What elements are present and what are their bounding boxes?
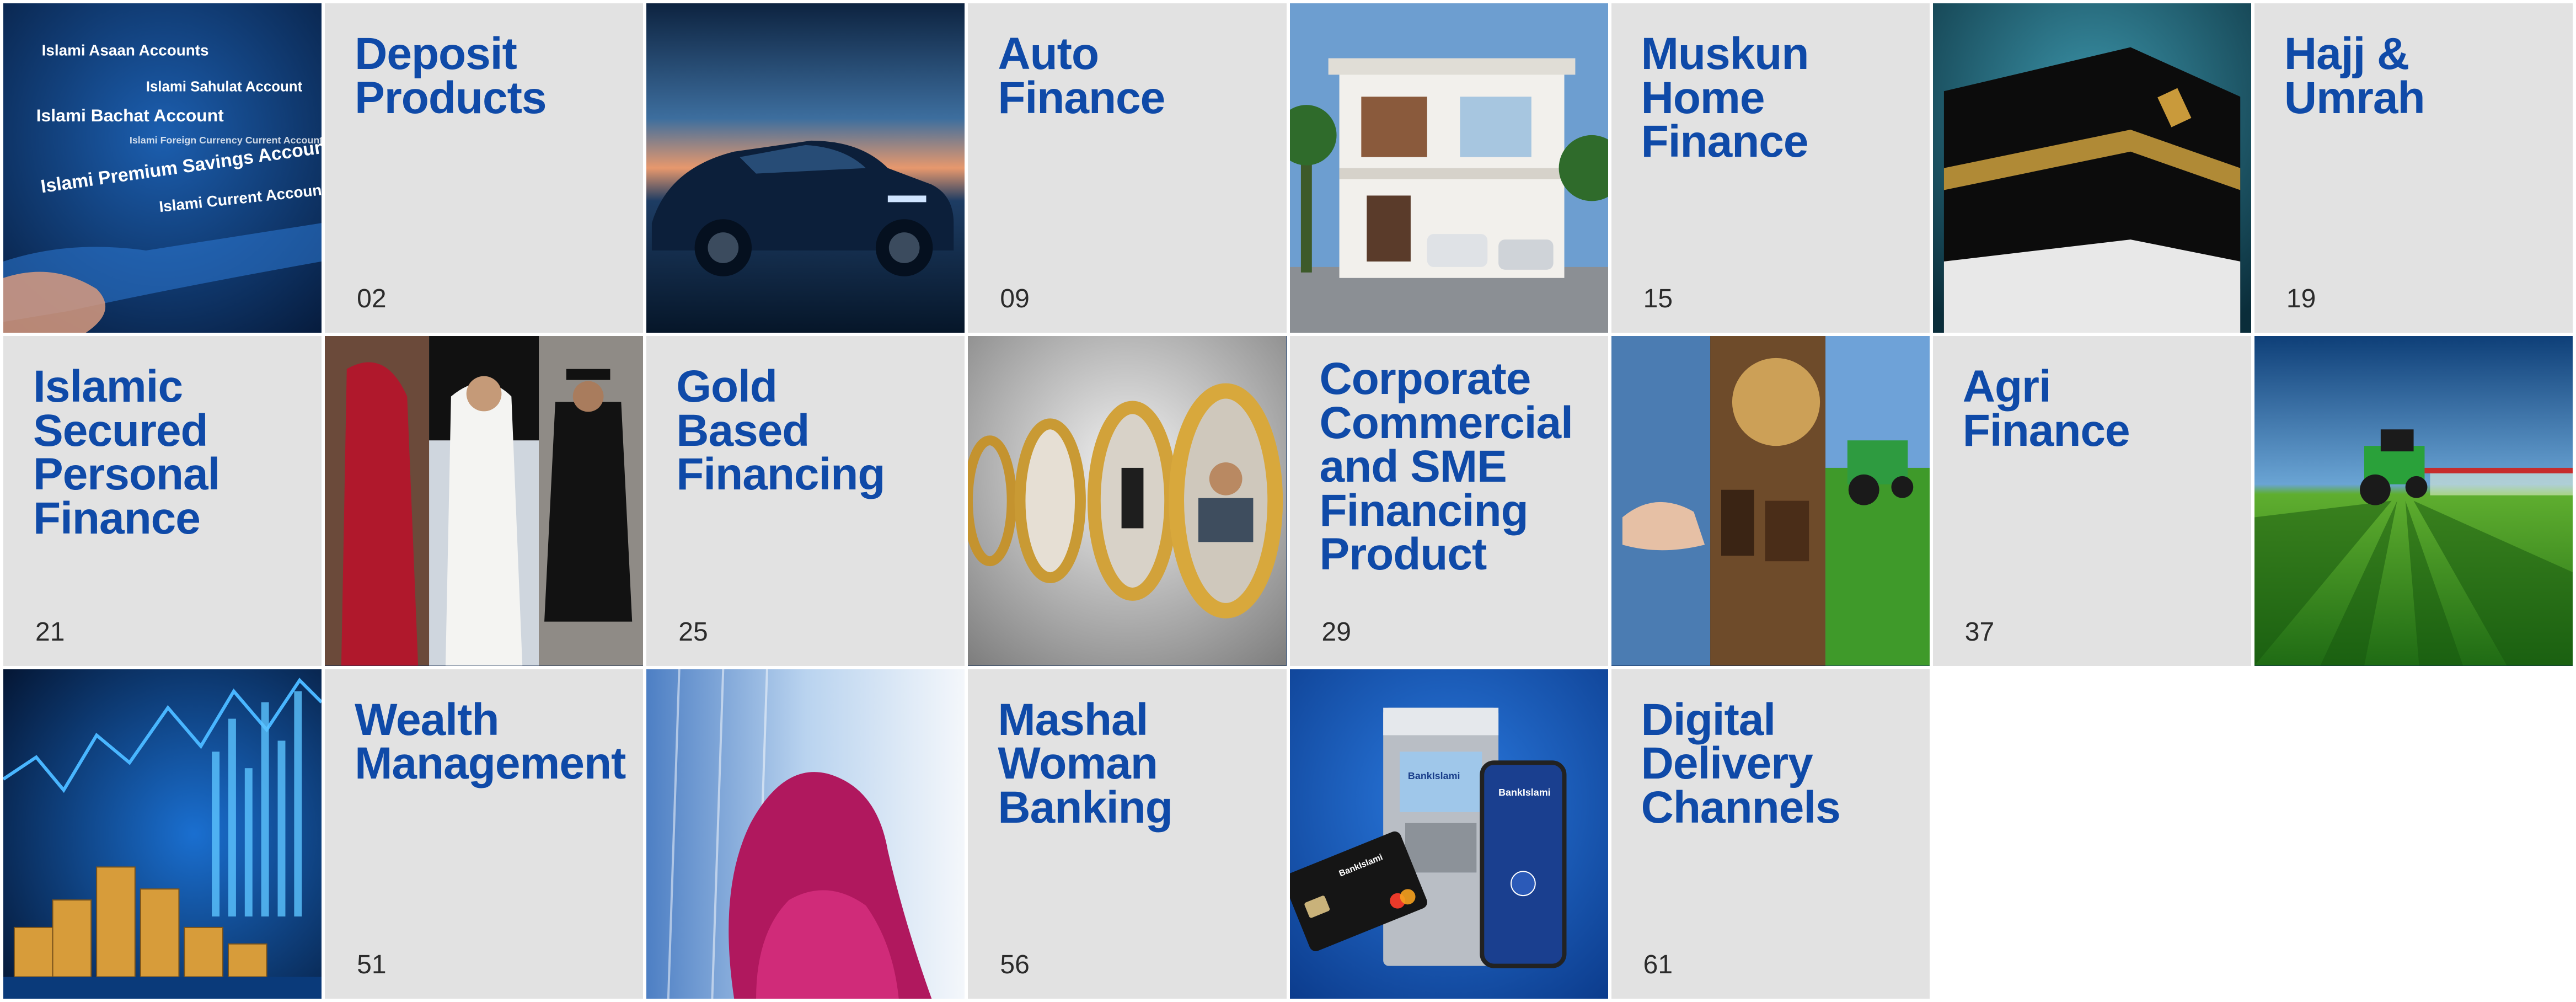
digital-delivery-channels-tile[interactable]: Digital Delivery Channels 61 bbox=[1611, 669, 1930, 999]
digital-delivery-channels-page-number: 61 bbox=[1643, 950, 1673, 979]
deposit-products-tile[interactable]: Deposit Products 02 bbox=[325, 3, 644, 333]
agri-finance-title: Agri Finance bbox=[1962, 361, 2130, 456]
product-index-grid: Islami Asaan Accounts Islami Sahulat Acc… bbox=[0, 0, 2576, 1002]
mashal-woman-banking-image bbox=[646, 669, 965, 999]
auto-finance-tile[interactable]: Auto Finance 09 bbox=[968, 3, 1287, 333]
mashal-woman-banking-page-number: 56 bbox=[1000, 950, 1030, 979]
muskun-home-finance-image bbox=[1289, 3, 1608, 333]
deposit-image-text-1: Islami Asaan Accounts bbox=[42, 42, 209, 59]
gold-based-financing-page-number: 25 bbox=[678, 617, 708, 647]
hajj-umrah-page-number: 19 bbox=[2286, 284, 2316, 314]
deposit-products-title: Deposit Products bbox=[355, 29, 547, 123]
mashal-woman-banking-tile[interactable]: Mashal Woman Banking 56 bbox=[968, 669, 1287, 999]
digital-delivery-channels-image: BankIslami BankIslami BankIslami bbox=[1289, 669, 1608, 999]
hajj-umrah-title: Hajj & Umrah bbox=[2284, 29, 2425, 123]
muskun-home-finance-tile[interactable]: Muskun Home Finance 15 bbox=[1611, 3, 1930, 333]
agri-finance-image bbox=[2254, 336, 2573, 666]
deposit-products-page-number: 02 bbox=[357, 284, 387, 314]
deposit-image-text-2: Islami Sahulat Account bbox=[146, 79, 303, 94]
corporate-commercial-sme-title: Corporate Commercial and SME Financing P… bbox=[1319, 354, 1573, 580]
personal-finance-image bbox=[325, 336, 644, 666]
wealth-management-image bbox=[3, 669, 322, 999]
gold-based-financing-tile[interactable]: Gold Based Financing 25 bbox=[646, 336, 965, 666]
wealth-management-page-number: 51 bbox=[357, 950, 387, 979]
digital-delivery-channels-title: Digital Delivery Channels bbox=[1641, 694, 1841, 833]
gold-based-financing-title: Gold Based Financing bbox=[676, 361, 885, 500]
agri-finance-tile[interactable]: Agri Finance 37 bbox=[1932, 336, 2251, 666]
deposit-products-image: Islami Asaan Accounts Islami Sahulat Acc… bbox=[3, 3, 322, 333]
empty-space bbox=[1932, 669, 2251, 999]
wealth-management-tile[interactable]: Wealth Management 51 bbox=[325, 669, 644, 999]
deposit-image-text-3: Islami Bachat Account bbox=[36, 105, 224, 125]
hajj-umrah-image bbox=[1932, 3, 2251, 333]
islamic-secured-personal-finance-tile[interactable]: Islamic Secured Personal Finance 21 bbox=[3, 336, 322, 666]
hajj-umrah-tile[interactable]: Hajj & Umrah 19 bbox=[2254, 3, 2573, 333]
empty-space bbox=[2254, 669, 2573, 999]
islamic-secured-personal-finance-page-number: 21 bbox=[35, 617, 65, 647]
muskun-home-finance-title: Muskun Home Finance bbox=[1641, 29, 1809, 167]
auto-finance-title: Auto Finance bbox=[998, 29, 1165, 123]
auto-finance-page-number: 09 bbox=[1000, 284, 1030, 314]
mashal-woman-banking-title: Mashal Woman Banking bbox=[998, 694, 1172, 833]
gold-based-financing-image bbox=[968, 336, 1287, 666]
atm-brand-text: BankIslami bbox=[1407, 770, 1460, 781]
agri-finance-page-number: 37 bbox=[1964, 617, 1995, 647]
corporate-commercial-sme-tile[interactable]: Corporate Commercial and SME Financing P… bbox=[1289, 336, 1608, 666]
corporate-commercial-sme-page-number: 29 bbox=[1321, 617, 1351, 647]
islamic-secured-personal-finance-title: Islamic Secured Personal Finance bbox=[33, 361, 220, 543]
wealth-management-title: Wealth Management bbox=[355, 694, 626, 789]
muskun-home-finance-page-number: 15 bbox=[1643, 284, 1673, 314]
phone-brand-text: BankIslami bbox=[1498, 787, 1551, 798]
auto-finance-image bbox=[646, 3, 965, 333]
corporate-agri-collage-image bbox=[1611, 336, 1930, 666]
